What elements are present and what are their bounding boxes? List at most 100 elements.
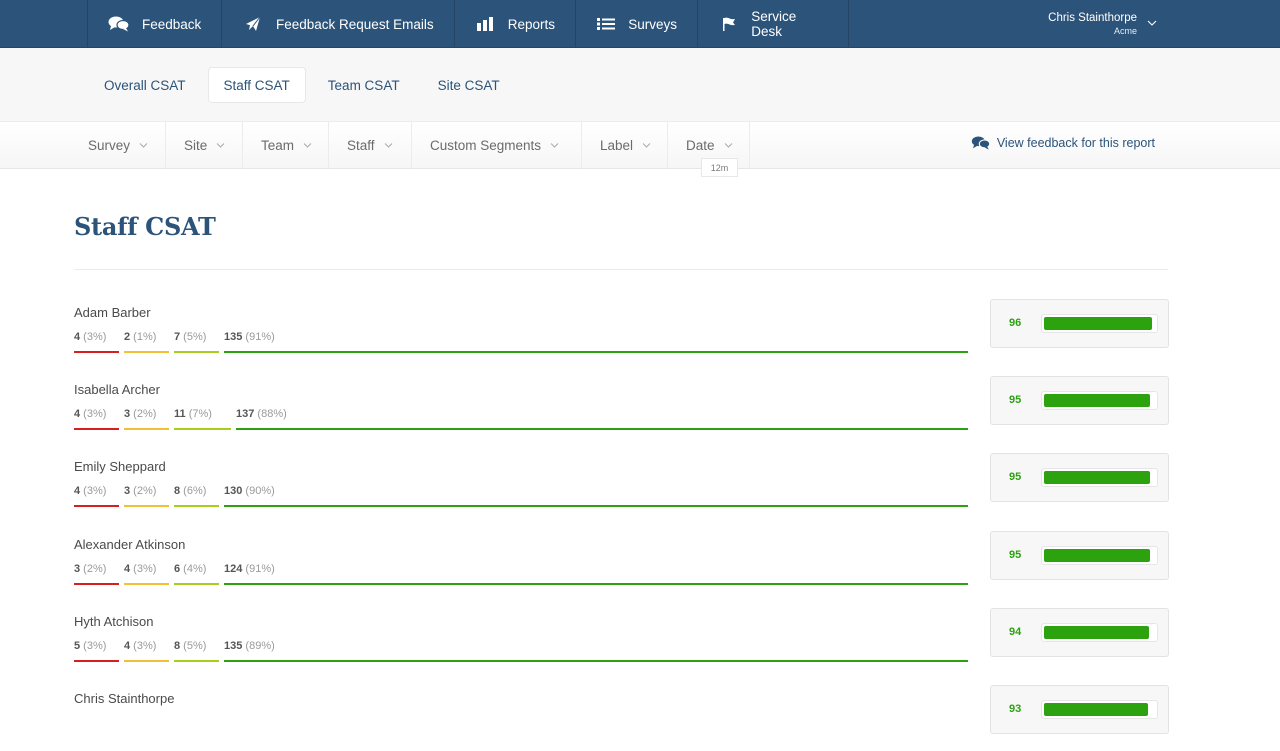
staff-row[interactable]: Emily Sheppard 4 (3%) 3 (2%) 8 (6%) 130 (90%… <box>74 453 1169 519</box>
segment-bar <box>174 428 231 431</box>
staff-name: Alexander Atkinson <box>74 536 186 552</box>
tab-staff-csat[interactable]: Staff CSAT <box>207 67 306 103</box>
segment-bar <box>124 659 169 662</box>
filter-label: Site <box>184 138 208 153</box>
filter-label-dropdown[interactable]: Label <box>582 122 668 169</box>
user-name: Chris Stainthorpe <box>1048 12 1137 24</box>
segment-unsatisfied[interactable]: 4 (3%) <box>124 563 169 585</box>
csat-score-track <box>1041 391 1158 411</box>
segment-very-satisfied[interactable]: 124 (91%) <box>224 563 968 585</box>
staff-row[interactable]: Adam Barber 4 (3%) 2 (1%) 7 (5%) 135 (91%) 96 <box>74 299 1169 365</box>
tab-site-csat[interactable]: Site CSAT <box>422 67 516 103</box>
segment-satisfied[interactable]: 7 (5%) <box>174 331 219 353</box>
segment-percent: (2%) <box>80 562 107 575</box>
segment-count: 135 <box>224 639 243 652</box>
filter-label: Date <box>686 138 715 153</box>
segment-unsatisfied[interactable]: 2 (1%) <box>124 331 169 353</box>
csat-score-fill <box>1044 471 1150 485</box>
staff-row[interactable]: Hyth Atchison 5 (3%) 4 (3%) 8 (5%) 135 (89%)… <box>74 607 1169 674</box>
segment-unsatisfied[interactable]: 3 (2%) <box>124 485 169 508</box>
segment-satisfied[interactable]: 6 (4%) <box>174 563 219 585</box>
segment-unsatisfied[interactable]: 3 (2%) <box>124 408 169 431</box>
segment-count: 11 <box>174 408 186 421</box>
filter-staff[interactable]: Staff <box>329 122 412 169</box>
tab-team-csat[interactable]: Team CSAT <box>312 67 416 103</box>
segment-percent: (91%) <box>242 562 275 575</box>
segment-very-unsatisfied[interactable]: 4 (3%) <box>74 485 119 508</box>
nav-item-reports[interactable]: Reports <box>455 0 576 48</box>
segment-percent: (89%) <box>242 639 275 652</box>
segment-percent: (3%) <box>80 331 107 343</box>
staff-row[interactable]: Isabella Archer 4 (3%) 3 (2%) 11 (7%) 137 (8… <box>74 376 1169 442</box>
csat-score-track <box>1041 468 1158 488</box>
segment-count: 130 <box>224 485 243 498</box>
csat-score-box: 93 <box>990 685 1169 734</box>
segment-very-satisfied[interactable]: 135 (91%) <box>224 331 968 353</box>
segment-bar <box>74 351 119 353</box>
nav-item-feedback[interactable]: Feedback <box>88 0 222 48</box>
segment-percent: (3%) <box>130 639 157 652</box>
csat-score: 94 <box>1009 625 1022 638</box>
segment-percent: (90%) <box>242 485 275 498</box>
csat-score-track <box>1041 314 1158 333</box>
segment-percent: (1%) <box>130 331 157 343</box>
staff-row[interactable]: Chris Stainthorpe 93 <box>74 685 1169 751</box>
segment-bar <box>224 351 968 353</box>
nav-label: Reports <box>507 16 555 32</box>
view-feedback-link[interactable]: View feedback for this report <box>971 136 1155 150</box>
staff-row[interactable]: Alexander Atkinson 3 (2%) 4 (3%) 6 (4%) 124 … <box>74 530 1169 597</box>
chat-bubbles-icon <box>108 16 130 32</box>
date-range-badge: 12m <box>701 158 738 177</box>
segment-satisfied[interactable]: 11 (7%) <box>174 408 231 431</box>
segment-bar <box>124 582 169 585</box>
segment-very-satisfied[interactable]: 135 (89%) <box>224 640 968 662</box>
chevron-down-icon <box>139 143 148 148</box>
segment-very-satisfied[interactable]: 130 (90%) <box>224 485 968 508</box>
segment-count: 135 <box>224 331 243 343</box>
csat-score-track <box>1041 622 1158 642</box>
segment-bar <box>236 428 968 431</box>
nav-items: Feedback Feedback Request Emails Reports… <box>87 0 849 48</box>
segment-percent: (5%) <box>180 639 207 652</box>
view-feedback-label: View feedback for this report <box>996 136 1155 150</box>
filter-site[interactable]: Site <box>166 122 243 169</box>
nav-item-surveys[interactable]: Surveys <box>576 0 698 48</box>
segment-percent: (5%) <box>180 331 207 343</box>
chevron-down-icon <box>216 143 225 148</box>
user-menu[interactable]: Chris Stainthorpe Acme <box>1048 11 1157 38</box>
bar-chart-icon <box>475 16 496 32</box>
staff-name: Isabella Archer <box>74 382 160 398</box>
csat-score-fill <box>1044 548 1150 562</box>
segment-very-unsatisfied[interactable]: 5 (3%) <box>74 640 119 662</box>
segment-very-unsatisfied[interactable]: 4 (3%) <box>74 408 119 431</box>
segment-percent: (91%) <box>242 331 275 343</box>
segment-bar <box>74 659 119 662</box>
segment-percent: (3%) <box>80 485 107 498</box>
filter-survey[interactable]: Survey <box>70 122 166 169</box>
filter-label: Custom Segments <box>430 138 542 153</box>
filter-custom-segments[interactable]: Custom Segments <box>412 122 582 169</box>
csat-score: 95 <box>1009 394 1022 407</box>
segment-bar <box>224 582 968 585</box>
nav-label: Feedback Request Emails <box>276 16 434 32</box>
segment-very-unsatisfied[interactable]: 3 (2%) <box>74 563 119 585</box>
csat-score: 95 <box>1009 471 1022 484</box>
segment-satisfied[interactable]: 8 (5%) <box>174 640 219 662</box>
segment-very-satisfied[interactable]: 137 (88%) <box>236 408 968 431</box>
chevron-down-icon <box>1147 13 1157 31</box>
segment-percent: (3%) <box>80 408 107 421</box>
segment-unsatisfied[interactable]: 4 (3%) <box>124 640 169 662</box>
divider <box>74 269 1168 270</box>
nav-item-feedback-request-emails[interactable]: Feedback Request Emails <box>222 0 455 48</box>
segment-satisfied[interactable]: 8 (6%) <box>174 485 219 508</box>
segment-percent: (4%) <box>180 562 207 575</box>
csat-score-box: 95 <box>990 453 1169 503</box>
staff-name: Emily Sheppard <box>74 459 166 475</box>
nav-item-service-desk[interactable]: Service Desk <box>698 0 849 48</box>
segment-very-unsatisfied[interactable]: 4 (3%) <box>74 331 119 353</box>
tab-overall-csat[interactable]: Overall CSAT <box>88 67 202 103</box>
segment-bar <box>174 505 219 508</box>
filter-label: Survey <box>88 138 131 153</box>
filter-team[interactable]: Team <box>243 122 329 169</box>
segment-bar <box>74 505 119 508</box>
